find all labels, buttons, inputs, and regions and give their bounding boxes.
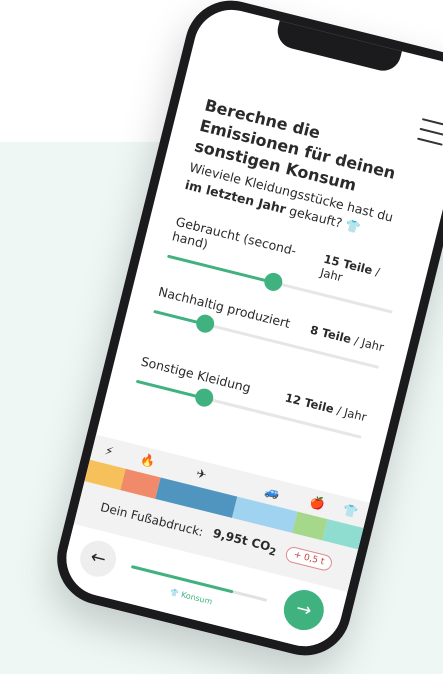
- hamburger-menu-icon[interactable]: [417, 118, 443, 146]
- fire-icon: 🔥: [138, 452, 157, 470]
- progress-label: 👕 Konsum: [169, 588, 214, 607]
- slider-value: 8 Teile / Jahr: [308, 322, 386, 355]
- footprint-delta-badge: + 0,5 t: [284, 544, 334, 572]
- slider-knob[interactable]: [262, 271, 285, 293]
- slider-label: Sonstige Kleidung: [139, 353, 253, 396]
- lightning-icon: ⚡: [103, 443, 115, 460]
- slider-knob[interactable]: [194, 312, 217, 335]
- next-button[interactable]: →: [279, 585, 329, 635]
- shirt-icon: 👕: [169, 588, 180, 599]
- back-button[interactable]: ←: [76, 536, 120, 581]
- slider-label: Gebraucht (second-hand): [170, 213, 298, 259]
- phone-notch: [273, 18, 403, 75]
- shirt-icon: 👕: [341, 502, 360, 520]
- car-icon: 🚙: [263, 483, 282, 501]
- plane-icon: ✈: [194, 466, 209, 483]
- slider-other-clothing[interactable]: Sonstige Kleidung 12 Teile / Jahr: [135, 353, 368, 439]
- apple-icon: 🍎: [308, 494, 327, 512]
- slider-knob[interactable]: [192, 386, 215, 409]
- slider-value: 15 Teile / Jahr: [318, 251, 382, 285]
- slider-fill: [135, 379, 205, 400]
- shirt-icon: 👕: [344, 217, 363, 235]
- footprint-value: 9,95t CO2: [211, 526, 277, 559]
